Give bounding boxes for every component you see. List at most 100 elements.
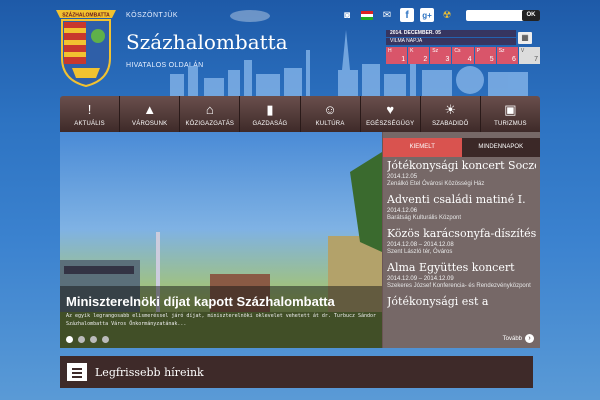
calendar-day[interactable]: Sz 3	[430, 47, 452, 64]
facebook-icon[interactable]: f	[400, 8, 414, 22]
event-date: 2014.12.05	[387, 174, 418, 180]
event-date: 2014.12.08 – 2014.12.08	[387, 242, 454, 248]
slider-dots	[66, 336, 109, 343]
newspaper-icon	[67, 363, 87, 381]
sun-icon: ☀	[444, 102, 457, 117]
nav-item-egészségügy[interactable]: ♥ EGÉSZSÉGÜGY	[361, 96, 421, 132]
calendar-day-name: P	[476, 48, 480, 54]
news-section-header: Legfrissebb híreink	[60, 356, 533, 388]
slider-dot[interactable]	[66, 336, 73, 343]
nav-item-aktuális[interactable]: ! AKTUÁLIS	[60, 96, 121, 132]
top-icon-bar: ◙ ✉ f g+ ☢	[340, 8, 454, 22]
events-panel: KIEMELT MINDENNAPOK Jótékonysági koncert…	[383, 132, 540, 348]
more-label: Tovább	[502, 335, 522, 342]
slider-dot[interactable]	[78, 336, 85, 343]
event-item[interactable]: Adventi családi matiné I. 2014.12.06 Barát…	[383, 191, 540, 225]
calendar-day[interactable]: H1	[386, 47, 408, 64]
main-content: Miniszterelnöki díjat kapott Százhalomba…	[60, 132, 540, 348]
calendar-day[interactable]: V7	[518, 47, 540, 64]
event-title[interactable]: Közös karácsonyfa-díszítés a...	[387, 227, 536, 240]
nav-item-label: VÁROSUNK	[132, 121, 168, 127]
rss-icon[interactable]: ◙	[340, 8, 354, 22]
mask-icon: ☺	[323, 102, 337, 117]
calendar-day-name: K	[410, 48, 414, 54]
calendar-days: H 1 K 2 Sz 3 Cs 4 P 5 Sz 6 V 7	[386, 47, 540, 64]
calendar-day-name: Sz	[498, 48, 505, 54]
city-crest-logo[interactable]: SZÁZHALOMBATTA	[52, 8, 120, 88]
event-item[interactable]: Közös karácsonyfa-díszítés a... 2014.12.0…	[383, 225, 540, 259]
events-list: Jótékonysági koncert Soczó... 2014.12.05 Z…	[383, 157, 540, 333]
heart-icon: ♥	[386, 102, 395, 117]
more-link[interactable]: Tovább ›	[503, 334, 534, 343]
nav-item-label: SZABADIDŐ	[432, 121, 469, 127]
main-navigation: ! AKTUÁLIS ▲ VÁROSUNK ⌂ KÖZIGAZGATÁS ▮ GAZDASÁG…	[60, 96, 540, 132]
nav-item-turizmus[interactable]: ▣ TURIZMUS	[481, 96, 540, 132]
tab-kiemelt[interactable]: KIEMELT	[383, 138, 462, 157]
event-item[interactable]: Alma Együttes koncert 2014.12.09 – 2014.1…	[383, 259, 540, 293]
tab-mindennapok[interactable]: MINDENNAPOK	[461, 138, 540, 157]
event-title[interactable]: Alma Együttes koncert	[387, 261, 536, 274]
calendar-day-number: 2	[423, 56, 428, 63]
nav-item-label: EGÉSZSÉGÜGY	[366, 121, 415, 127]
event-title[interactable]: Jótékonysági est a	[387, 295, 536, 308]
events-tabs: KIEMELT MINDENNAPOK	[383, 138, 540, 157]
slider-dot[interactable]	[102, 336, 109, 343]
calendar-day-name: Cs	[454, 48, 461, 54]
nav-item-közigazgatás[interactable]: ⌂ KÖZIGAZGATÁS	[180, 96, 241, 132]
event-date: 2014.12.09 – 2014.12.09	[387, 276, 454, 282]
calendar-day[interactable]: Cs 4	[452, 47, 474, 64]
search-button[interactable]: OK	[522, 10, 540, 21]
calendar-day[interactable]: P5	[474, 47, 496, 64]
event-place: Zenálkó Etel Óvárosi Közösségi Ház	[387, 181, 485, 187]
calendar-day-number: 1	[401, 56, 406, 63]
flag-icon[interactable]	[360, 8, 374, 22]
event-item[interactable]: Jótékonysági koncert Soczó... 2014.12.05 Z…	[383, 157, 540, 191]
calendar-day-number: 7	[534, 56, 538, 63]
calendar-date: 2014. DECEMBER. 05	[386, 30, 516, 37]
event-place: Szekeres József Konferencia- és Rendezvé…	[387, 283, 531, 289]
calendar-day-number: 6	[511, 56, 516, 63]
bar-chart-icon: ▮	[266, 102, 274, 117]
calendar-day[interactable]: K2	[408, 47, 430, 64]
nav-item-label: KULTÚRA	[315, 121, 345, 127]
radiation-icon[interactable]: ☢	[440, 8, 454, 22]
event-title[interactable]: Adventi családi matiné I.	[387, 193, 536, 206]
slider-dot[interactable]	[90, 336, 97, 343]
nav-item-gazdaság[interactable]: ▮ GAZDASÁG	[240, 96, 301, 132]
welcome-text: KÖSZÖNTJÜK	[126, 12, 179, 19]
nav-item-kultúra[interactable]: ☺ KULTÚRA	[301, 96, 361, 132]
nav-item-label: GAZDASÁG	[252, 121, 288, 127]
featured-slider[interactable]: Miniszterelnöki díjat kapott Százhalomba…	[60, 132, 382, 348]
calendar-day-number: 3	[445, 56, 450, 63]
site-header: SZÁZHALOMBATTA KÖSZÖNTJÜK Százhalombatta…	[0, 0, 600, 96]
suitcase-icon: ▣	[504, 102, 517, 117]
event-item[interactable]: Jótékonysági est a	[383, 293, 540, 311]
building-icon: ⌂	[205, 102, 214, 117]
event-date: 2014.12.06	[387, 208, 418, 214]
calendar-icon[interactable]: ▦	[518, 32, 532, 44]
calendar-day-number: 4	[467, 56, 472, 63]
calendar-day-name: Sz	[432, 48, 439, 54]
news-title[interactable]: Legfrissebb híreink	[95, 366, 204, 379]
nav-item-label: AKTUÁLIS	[74, 121, 105, 127]
event-place: Szent László tér, Óváros	[387, 249, 453, 255]
calendar-widget: 2014. DECEMBER. 05 VILMA NAPJA ▦ H 1 K 2 Sz 3…	[386, 30, 540, 64]
calendar-day-name: V	[520, 48, 525, 54]
calendar-nameday: VILMA NAPJA	[386, 38, 516, 45]
svg-text:SZÁZHALOMBATTA: SZÁZHALOMBATTA	[62, 12, 110, 19]
nav-item-label: TURIZMUS	[494, 121, 527, 127]
event-place: Barátság Kulturális Központ	[387, 215, 462, 221]
nav-item-szabadidő[interactable]: ☀ SZABADIDŐ	[421, 96, 481, 132]
email-icon[interactable]: ✉	[380, 8, 394, 22]
event-title[interactable]: Jótékonysági koncert Soczó...	[387, 159, 536, 172]
calendar-day-number: 5	[489, 56, 494, 63]
slider-title[interactable]: Miniszterelnöki díjat kapott Százhalomba…	[66, 294, 335, 309]
arrow-right-icon: ›	[525, 334, 534, 343]
alert-icon: !	[87, 102, 92, 117]
calendar-day[interactable]: Sz 6	[496, 47, 518, 64]
nav-item-városunk[interactable]: ▲ VÁROSUNK	[120, 96, 181, 132]
calendar-day-name: H	[388, 48, 392, 54]
nav-item-label: KÖZIGAZGATÁS	[185, 121, 235, 127]
slider-text: Az egyik legrangosabb elismeréssel járó …	[66, 313, 377, 327]
google-plus-icon[interactable]: g+	[420, 8, 434, 22]
